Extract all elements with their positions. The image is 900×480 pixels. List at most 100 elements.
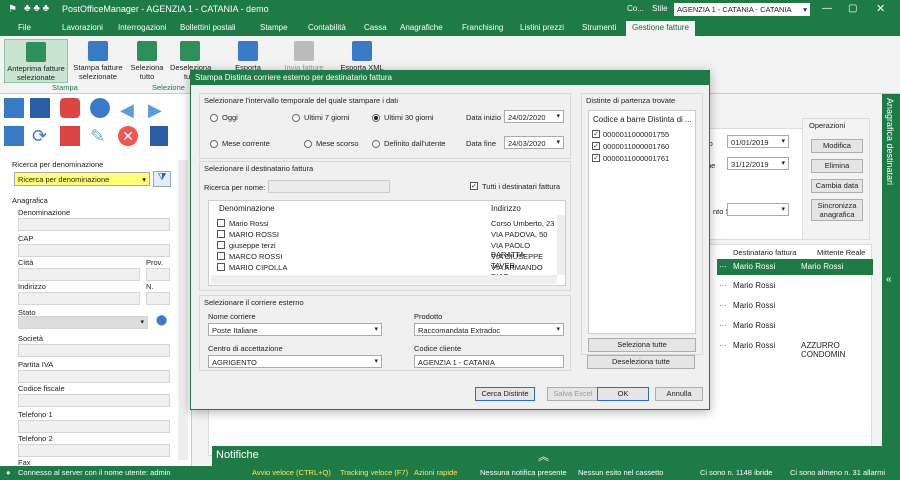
refresh-icon[interactable]: ⟳ [32,126,47,147]
cerca-distinte-button[interactable]: Cerca Distinte [475,387,535,401]
tab-listini[interactable]: Listini prezzi [520,23,564,32]
lock-icon[interactable] [150,126,168,146]
row-checkbox[interactable] [217,252,225,260]
preview-invoices-button[interactable]: Anteprima fatture selezionate [4,39,68,83]
send-invoices-button[interactable]: Invia fatture [284,41,324,72]
grid-vscroll[interactable] [557,215,565,275]
tab-cassa[interactable]: Cassa [364,23,387,32]
style-label[interactable]: Stile [652,4,668,13]
arrow-right-icon[interactable]: ▶ [148,100,162,121]
cambia-data-button[interactable]: Cambia data [811,179,863,193]
radio-ultimi7[interactable] [292,114,300,122]
list-item[interactable]: MARIO CIPOLLA VIA ARMANDO DIAZ, [209,262,555,281]
list-icon[interactable] [30,98,50,118]
elimina-button[interactable]: Elimina [811,159,863,173]
filter-icon[interactable]: ⧩ [153,171,171,187]
tab-bollettini[interactable]: Bollettini postali [180,23,236,32]
notifications-bar[interactable]: Notifiche ︽ [212,446,882,466]
radio-mese-corrente[interactable] [210,140,218,148]
hybrid-status[interactable]: Ci sono n. 1148 ibride [700,468,772,477]
tab-gestione-fatture[interactable]: Gestione fatture [626,21,695,36]
data-fine-field[interactable]: 24/03/2020 ▾ [504,136,564,149]
radio-mese-scorso[interactable] [304,140,312,148]
tab-stampe[interactable]: Stampe [260,23,288,32]
export-xml-button[interactable]: Esporta XML [340,41,384,72]
cap-field[interactable] [18,244,170,257]
societa-field[interactable] [18,344,170,357]
modifica-button[interactable]: Modifica [811,139,863,153]
citta-field[interactable] [18,268,140,281]
quick-launch-link[interactable]: Avvio veloce (CTRL+Q) [252,468,331,477]
codice-fiscale-field[interactable] [18,394,170,407]
agency-select[interactable]: AGENZIA 1 - CATANIA - CATANIA ▾ [674,3,810,16]
alarms-status[interactable]: Ci sono almeno n. 31 allarmi [790,468,885,477]
edit-icon[interactable]: ✎ [90,126,105,147]
partita-iva-field[interactable] [18,370,170,383]
list-item[interactable]: MARIO ROSSI VIA PADOVA, 50 [209,229,555,239]
quick-tracking-link[interactable]: Tracking veloce (F7) [340,468,408,477]
ricerca-input[interactable] [268,180,390,193]
annulla-button[interactable]: Annulla [655,387,703,401]
row-menu-icon[interactable]: ⋯ [719,321,727,330]
radio-ultimi30[interactable] [372,114,380,122]
tab-franchising[interactable]: Franchising [462,23,503,32]
delete-icon[interactable]: ✕ [118,126,138,146]
row-checkbox[interactable] [217,263,225,271]
print-invoices-button[interactable]: Stampa fatture selezionate [70,41,126,81]
row-menu-icon[interactable]: ⋯ [719,301,727,310]
table-row[interactable]: ⋯ Mario Rossi [717,299,873,313]
row-checkbox[interactable] [217,241,225,249]
deseleziona-tutte-button[interactable]: Deseleziona tutte [587,355,695,369]
grid-hscroll[interactable] [211,275,557,284]
row-checkbox[interactable] [217,219,225,227]
arrow-left-icon[interactable]: ◀ [120,100,134,121]
row-menu-icon[interactable]: ⋯ [719,281,727,290]
list-item[interactable]: ✓ 0000011000001760 [589,141,695,151]
grid-icon[interactable] [4,98,24,118]
table-row[interactable]: ⋯ Mario Rossi [717,279,873,293]
radio-definito[interactable] [372,140,380,148]
add-user-icon[interactable] [4,126,24,146]
contact-icon[interactable] [60,126,80,146]
ok-button[interactable]: OK [597,387,649,401]
double-chevron-left-icon[interactable]: « [886,274,892,285]
search-select[interactable]: Ricerca per denominazione ▾ [14,172,150,186]
map-pin-icon[interactable]: ⬤ [156,315,167,326]
row-menu-icon[interactable]: ⋯ [719,262,727,271]
quick-access-icons[interactable]: ♣ ♣ ♣ [24,3,49,14]
quick-actions-link[interactable]: Azioni rapide [414,468,457,477]
minimize-icon[interactable]: — [822,3,832,14]
codice-input[interactable]: AGENZIA 1 - CATANIA [414,355,564,368]
sincronizza-button[interactable]: Sincronizza anagrafica [811,199,863,221]
destinatari-sidebar[interactable]: Anagrafica destinatari « [882,94,900,466]
gear-icon[interactable] [90,98,110,118]
data-inizio-field[interactable]: 24/02/2020 ▾ [504,110,564,123]
row-checkbox[interactable] [217,230,225,238]
date-from-field[interactable]: 01/01/2019 ▾ [727,135,789,148]
list-item[interactable]: MARCO ROSSI VIA GIUSEPPE TAVER [209,251,555,270]
salva-excel-button[interactable]: Salva Excel [547,387,599,401]
tab-anagrafiche[interactable]: Anagrafiche [400,23,443,32]
table-row[interactable]: ⋯ Mario Rossi AZZURRO CONDOMIN [717,339,873,359]
prodotto-select[interactable]: Raccomandata Extradoc ▾ [414,323,564,336]
tab-lavorazioni[interactable]: Lavorazioni [62,23,103,32]
tab-file[interactable]: File [18,23,31,32]
denominazione-field[interactable] [18,218,170,231]
list-item[interactable]: giuseppe terzi VIA PAOLO BARATTA [209,240,555,259]
tab-interrogazioni[interactable]: Interrogazioni [118,23,166,32]
stato-select[interactable]: ▾ [18,316,148,329]
sdd-select[interactable]: ▾ [727,203,789,216]
centro-select[interactable]: AGRIGENTO ▾ [208,355,382,368]
user-icon[interactable] [60,98,80,118]
prov-field[interactable] [146,268,170,281]
select-all-button[interactable]: Seleziona tutto [128,41,166,81]
expand-up-icon[interactable]: ︽ [538,448,549,464]
tab-strumenti[interactable]: Strumenti [582,23,616,32]
left-scrollbar[interactable] [178,160,188,460]
close-icon[interactable]: ✕ [876,2,885,15]
telefono1-field[interactable] [18,420,170,433]
nome-corriere-select[interactable]: Poste Italiane ▾ [208,323,382,336]
radio-oggi[interactable] [210,114,218,122]
tutti-checkbox[interactable]: ✓ [470,182,478,190]
distinta-checkbox[interactable]: ✓ [592,130,600,138]
